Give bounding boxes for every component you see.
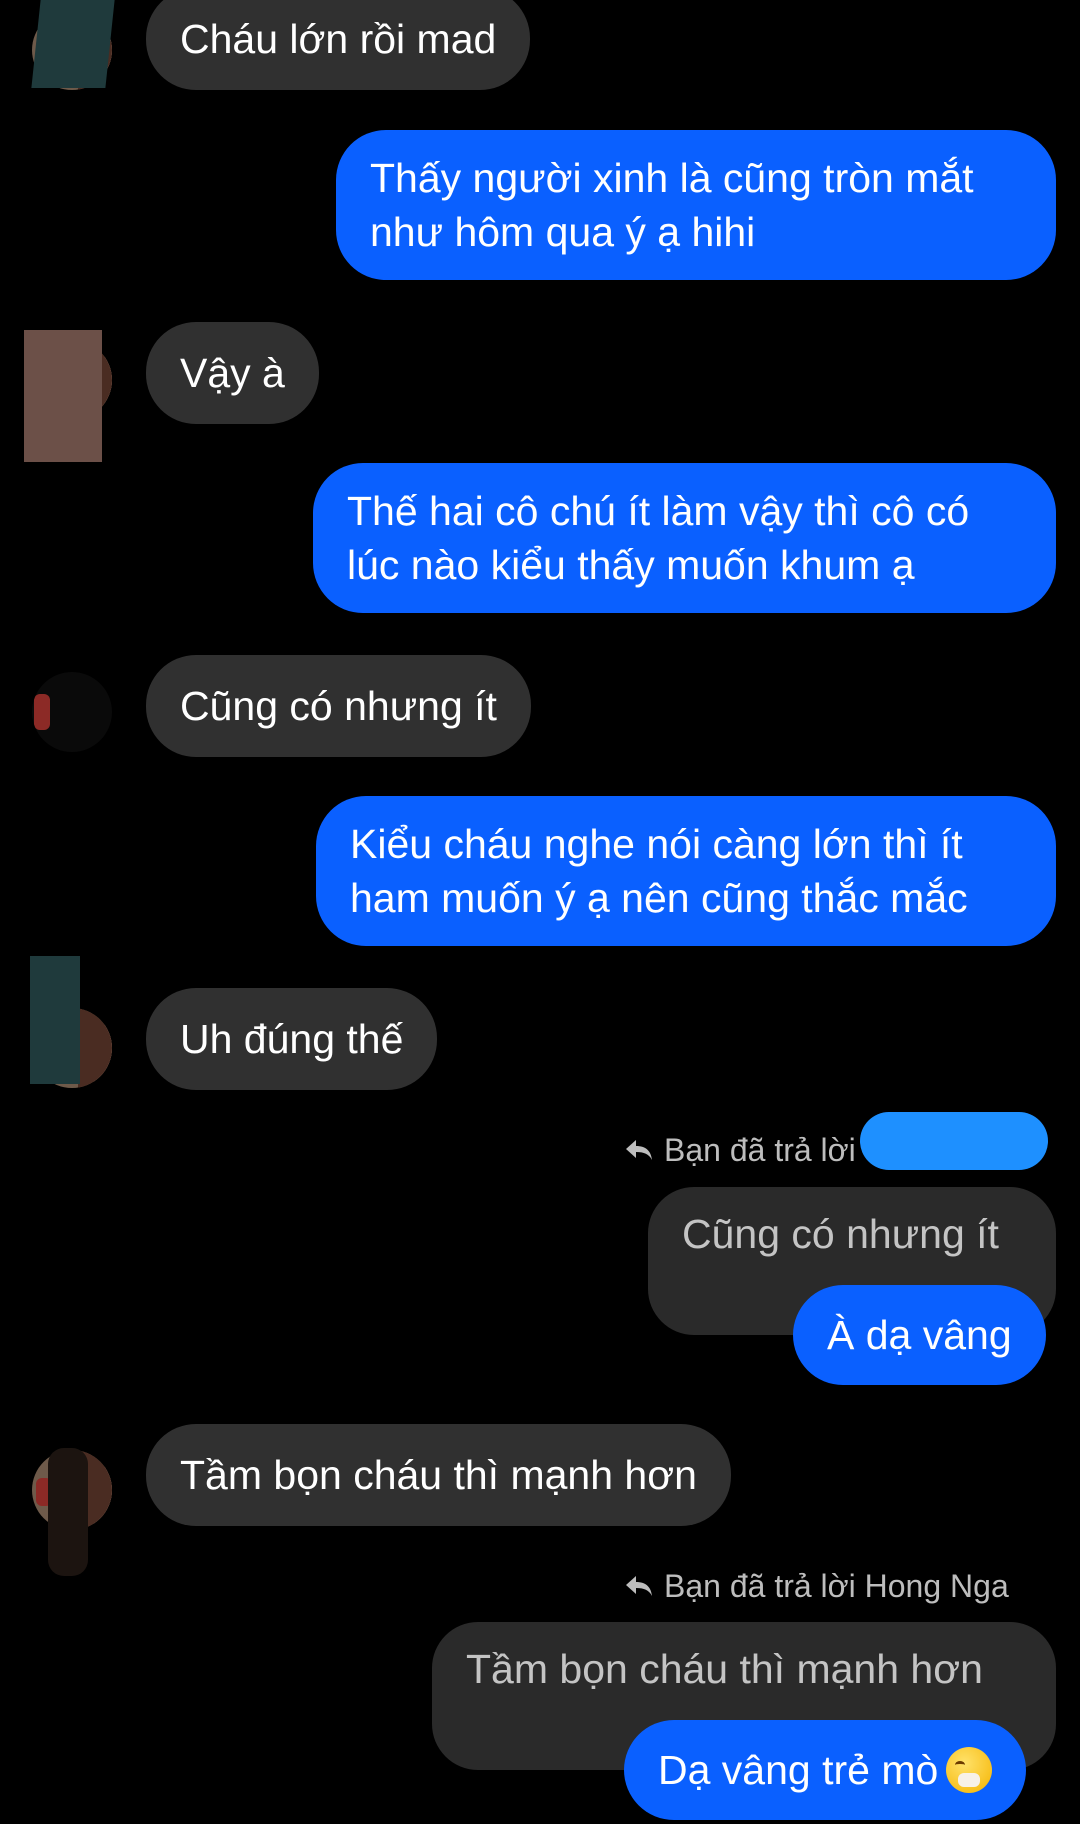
contact-avatar[interactable] xyxy=(32,672,112,752)
outgoing-message[interactable]: Thấy người xinh là cũng tròn mắt như hôm… xyxy=(336,130,1056,280)
reply-meta-text: Bạn đã trả lời Hong Nga xyxy=(664,1568,1009,1604)
message-text: Cháu lớn rồi mad xyxy=(180,16,497,62)
message-text: Dạ vâng trẻ mò xyxy=(658,1747,939,1793)
message-text: lúc nào kiểu thấy muốn khum ạ xyxy=(347,542,915,588)
incoming-message[interactable]: Tầm bọn cháu thì mạnh hơn xyxy=(146,1424,731,1526)
message-text: ham muốn ý ạ nên cũng thắc mắc xyxy=(350,875,968,921)
face-with-hand-over-mouth-emoji xyxy=(946,1747,993,1793)
quoted-text: Tầm bọn cháu thì mạnh hơn xyxy=(466,1646,983,1692)
message-text: Uh đúng thế xyxy=(180,1016,404,1062)
message-text: Thế hai cô chú ít làm vậy thì cô có xyxy=(347,488,970,534)
reply-arrow-icon xyxy=(626,1140,652,1160)
chat-thread: Cháu lớn rồi mad Thấy người xinh là cũng… xyxy=(0,0,1080,1824)
avatar-redaction xyxy=(24,330,102,462)
message-text: Cũng có nhưng ít xyxy=(180,683,497,729)
reply-context-label: Bạn đã trả lời Hong Nga xyxy=(624,1566,1009,1606)
incoming-message[interactable]: Cháu lớn rồi mad xyxy=(146,0,531,90)
outgoing-message[interactable]: À dạ vâng xyxy=(793,1285,1046,1385)
quoted-text: Cũng có nhưng ít xyxy=(682,1211,999,1257)
outgoing-message[interactable]: Thế hai cô chú ít làm vậy thì cô có lúc … xyxy=(313,463,1056,613)
avatar-redaction xyxy=(48,1448,88,1576)
message-text: Tầm bọn cháu thì mạnh hơn xyxy=(180,1452,697,1498)
outgoing-message[interactable]: Kiểu cháu nghe nói càng lớn thì ít ham m… xyxy=(316,796,1056,946)
incoming-message[interactable]: Uh đúng thế xyxy=(146,988,438,1090)
name-redaction xyxy=(860,1112,1048,1170)
incoming-message[interactable]: Cũng có nhưng ít xyxy=(146,655,531,757)
message-text: À dạ vâng xyxy=(827,1312,1012,1358)
message-text: Thấy người xinh là cũng tròn mắt xyxy=(370,155,974,201)
reply-meta-text: Bạn đã trả lời xyxy=(664,1132,856,1168)
reply-context-label: Bạn đã trả lời xyxy=(624,1130,856,1170)
message-text: Kiểu cháu nghe nói càng lớn thì ít xyxy=(350,821,963,867)
message-text: như hôm qua ý ạ hihi xyxy=(370,209,756,255)
avatar-redaction xyxy=(30,956,80,1084)
message-text: Vậy à xyxy=(180,350,285,396)
avatar-redaction xyxy=(31,0,115,88)
incoming-message[interactable]: Vậy à xyxy=(146,322,319,424)
reply-arrow-icon xyxy=(626,1576,652,1596)
outgoing-message[interactable]: Dạ vâng trẻ mò xyxy=(624,1720,1027,1820)
